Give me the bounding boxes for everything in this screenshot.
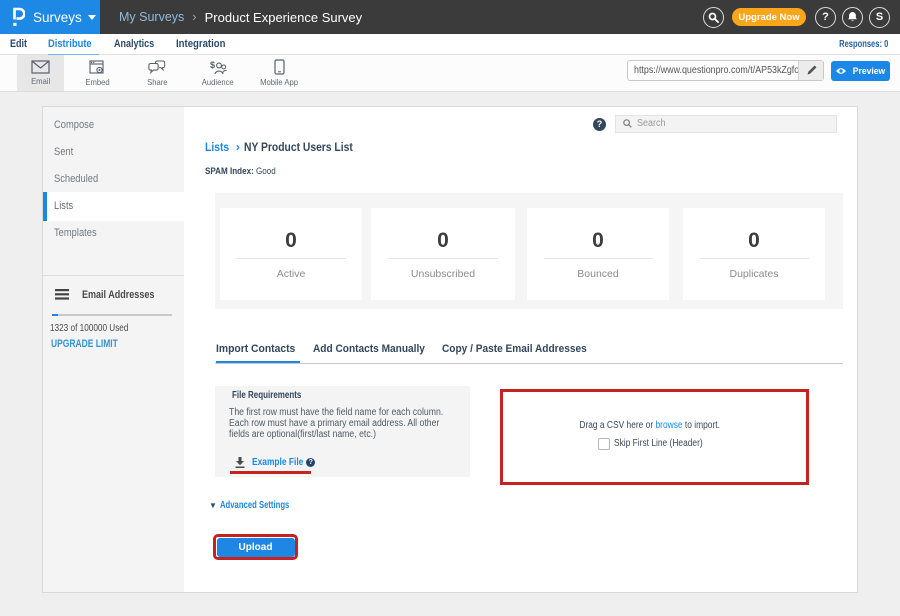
svg-text:$: $ — [210, 60, 215, 70]
